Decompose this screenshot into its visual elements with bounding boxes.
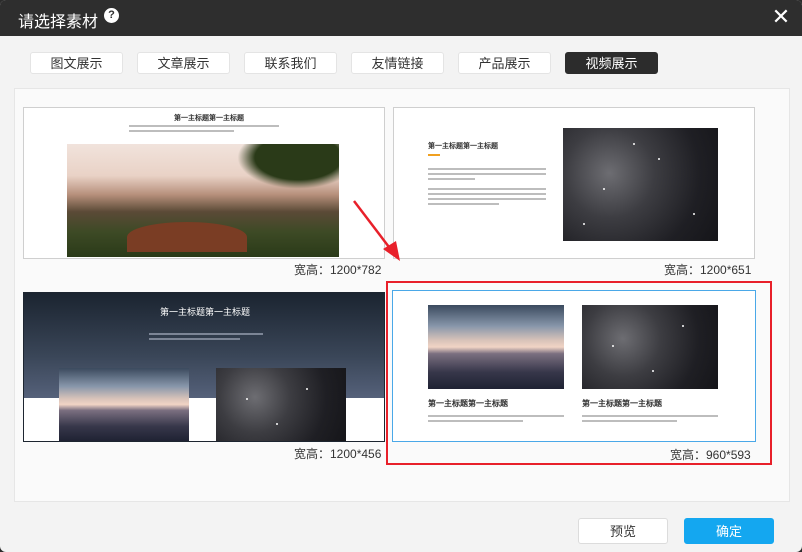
template-3-text-lines bbox=[149, 333, 263, 343]
template-2-size: 宽高：1200*651 bbox=[664, 263, 752, 277]
template-card-1[interactable]: 第一主标题第一主标题 bbox=[23, 107, 385, 259]
hill-shape bbox=[127, 222, 247, 252]
dialog-title: 请选择素材 bbox=[18, 14, 99, 31]
tab-graphic-display[interactable]: 图文展示 bbox=[30, 52, 123, 74]
tree-silhouette bbox=[237, 144, 339, 189]
template-3-size: 宽高：1200*456 bbox=[294, 447, 382, 461]
tab-article-display[interactable]: 文章展示 bbox=[137, 52, 230, 74]
preview-button[interactable]: 预览 bbox=[578, 518, 668, 544]
template-2-text-lines bbox=[428, 168, 546, 208]
help-icon[interactable]: ? bbox=[104, 8, 119, 23]
tab-friend-links[interactable]: 友情链接 bbox=[351, 52, 444, 74]
selection-highlight-box bbox=[386, 281, 772, 465]
template-3-heading: 第一主标题第一主标题 bbox=[160, 307, 251, 317]
dialog-titlebar: 请选择素材 ? ✕ bbox=[0, 0, 802, 36]
close-icon[interactable]: ✕ bbox=[771, 6, 791, 28]
confirm-button[interactable]: 确定 bbox=[684, 518, 774, 544]
template-1-photo bbox=[67, 144, 339, 257]
annotation-arrow-icon bbox=[353, 200, 400, 261]
tab-video-display[interactable]: 视频展示 bbox=[565, 52, 658, 74]
tab-contact-us[interactable]: 联系我们 bbox=[244, 52, 337, 74]
template-2-heading: 第一主标题第一主标题 bbox=[428, 142, 498, 150]
template-1-text-lines bbox=[129, 125, 279, 135]
template-2-photo bbox=[563, 128, 718, 241]
tab-product-display[interactable]: 产品展示 bbox=[458, 52, 551, 74]
template-3-photo-left bbox=[59, 368, 189, 441]
material-select-dialog: 请选择素材 ? ✕ 图文展示 文章展示 联系我们 友情链接 产品展示 视频展示 … bbox=[0, 0, 802, 552]
template-3-photo-right bbox=[216, 368, 346, 441]
heading-underline bbox=[428, 154, 440, 156]
template-card-2[interactable]: 第一主标题第一主标题 bbox=[393, 107, 755, 259]
template-card-3[interactable]: 第一主标题第一主标题 bbox=[23, 292, 385, 442]
template-1-heading: 第一主标题第一主标题 bbox=[174, 114, 244, 122]
